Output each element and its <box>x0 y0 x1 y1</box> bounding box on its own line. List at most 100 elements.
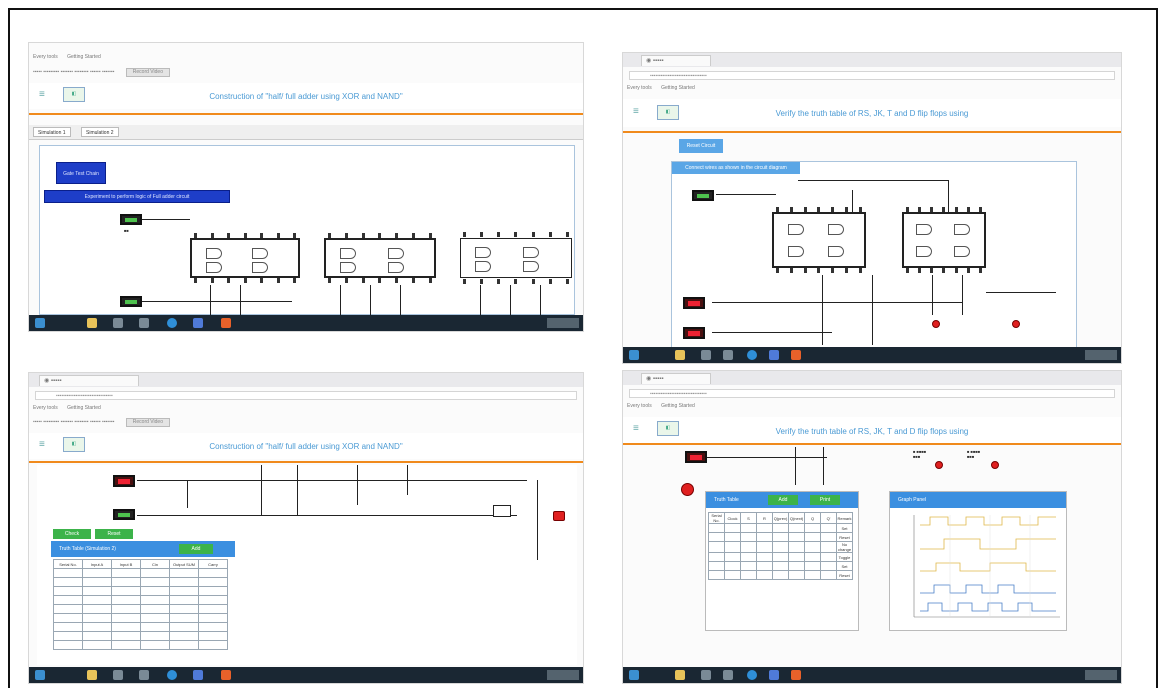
app-icon[interactable] <box>701 670 711 680</box>
wire <box>137 515 517 516</box>
wire <box>872 275 873 345</box>
ic-chip[interactable] <box>772 207 866 273</box>
add-button[interactable]: Add <box>179 544 213 554</box>
switch-label: ■ ■■■■ ■■■ <box>913 449 927 459</box>
address-bar[interactable]: ▪▪▪▪▪▪▪▪▪▪▪▪▪▪▪▪▪▪▪▪▪▪▪▪▪▪▪▪▪▪▪▪ <box>629 389 1115 398</box>
table-cell <box>140 622 170 632</box>
table-cell <box>788 532 805 542</box>
bookmark-item[interactable]: Every tools <box>627 85 652 91</box>
wire <box>712 302 962 303</box>
start-icon[interactable] <box>629 670 639 680</box>
tab-simulation-1[interactable]: Simulation 1 <box>33 127 71 137</box>
start-icon[interactable] <box>35 318 45 328</box>
reset-button[interactable]: Reset <box>95 529 133 539</box>
app-icon[interactable] <box>113 318 123 328</box>
bookmark-item[interactable]: Every tools <box>627 403 652 409</box>
check-button[interactable]: Check <box>53 529 91 539</box>
table-header-cell: Carry <box>198 559 228 569</box>
reset-circuit-button[interactable]: Reset Circuit <box>679 139 723 153</box>
bookmark-item[interactable]: Every tools <box>33 54 58 60</box>
app-icon[interactable] <box>791 670 801 680</box>
start-icon[interactable] <box>629 350 639 360</box>
table-cell <box>111 613 141 623</box>
app-icon[interactable] <box>723 670 733 680</box>
app-icon[interactable] <box>113 670 123 680</box>
input-switch[interactable] <box>113 509 135 520</box>
input-switch[interactable] <box>685 451 707 463</box>
bookmark-item[interactable]: Getting Started <box>661 403 695 409</box>
app-icon[interactable] <box>139 670 149 680</box>
ic-chip[interactable] <box>460 232 572 284</box>
app-icon[interactable] <box>221 670 231 680</box>
page-title: Construction of "half/ full adder using … <box>209 442 403 451</box>
table-cell: No change <box>836 541 853 553</box>
table-cell <box>111 586 141 596</box>
table-cell <box>82 568 112 578</box>
input-switch[interactable] <box>683 327 705 339</box>
table-cell <box>772 552 789 562</box>
input-switch[interactable] <box>683 297 705 309</box>
folder-icon[interactable] <box>675 670 685 680</box>
browser-icon[interactable] <box>747 350 757 360</box>
table-cell <box>53 622 83 632</box>
browser-tab[interactable]: ◉ ▪▪▪▪▪ <box>641 373 711 384</box>
app-icon[interactable] <box>769 350 779 360</box>
table-row <box>53 613 228 623</box>
start-icon[interactable] <box>35 670 45 680</box>
print-button[interactable]: Print <box>810 495 840 505</box>
bookmark-item[interactable]: Every tools <box>33 405 58 411</box>
page-title: Verify the truth table of RS, JK, T and … <box>775 427 969 436</box>
table-cell <box>756 561 773 571</box>
app-icon[interactable] <box>701 350 711 360</box>
app-icon[interactable] <box>193 318 203 328</box>
table-cell <box>82 622 112 632</box>
app-icon[interactable] <box>723 350 733 360</box>
browser-icon[interactable] <box>167 670 177 680</box>
ic-chip[interactable] <box>190 233 300 283</box>
input-switch[interactable] <box>120 214 142 225</box>
folder-icon[interactable] <box>87 318 97 328</box>
app-icon[interactable] <box>221 318 231 328</box>
app-icon[interactable] <box>193 670 203 680</box>
table-cell <box>53 631 83 641</box>
browser-icon[interactable] <box>747 670 757 680</box>
table-cell <box>140 586 170 596</box>
table-cell <box>740 552 757 562</box>
browser-tabstrip: ◉ ▪▪▪▪▪ <box>29 373 583 387</box>
ic-chip[interactable] <box>324 233 436 283</box>
app-icon[interactable] <box>139 318 149 328</box>
notification-button[interactable]: Record Video <box>125 68 170 77</box>
browser-tab[interactable]: ◉ ▪▪▪▪▪ <box>641 55 711 66</box>
input-switch[interactable] <box>120 296 142 307</box>
output-led <box>935 461 943 469</box>
bookmark-item[interactable]: Getting Started <box>67 405 101 411</box>
gate-test-button[interactable]: Gate Test Chain <box>56 162 106 184</box>
table-cell <box>53 586 83 596</box>
notification-button[interactable]: Record Video <box>125 418 170 427</box>
table-header-cell: Remark <box>836 512 853 524</box>
address-bar[interactable]: ▪▪▪▪▪▪▪▪▪▪▪▪▪▪▪▪▪▪▪▪▪▪▪▪▪▪▪▪▪▪▪▪ <box>35 391 577 400</box>
app-icon[interactable] <box>769 670 779 680</box>
table-cell <box>169 631 199 641</box>
gate-symbol[interactable] <box>493 505 511 517</box>
bookmark-item[interactable]: Getting Started <box>661 85 695 91</box>
table-cell <box>724 541 741 553</box>
app-icon[interactable] <box>791 350 801 360</box>
bookmarks-bar: Every tools Getting Started <box>33 405 109 411</box>
address-bar[interactable]: ▪▪▪▪▪▪▪▪▪▪▪▪▪▪▪▪▪▪▪▪▪▪▪▪▪▪▪▪▪▪▪▪ <box>629 71 1115 80</box>
input-switch[interactable] <box>692 190 714 201</box>
browser-tab[interactable]: ◉ ▪▪▪▪▪ <box>39 375 139 386</box>
input-switch[interactable] <box>113 475 135 487</box>
tab-simulation-2[interactable]: Simulation 2 <box>81 127 119 137</box>
table-cell <box>772 570 789 580</box>
browser-icon[interactable] <box>167 318 177 328</box>
screenshot-top-left: Every tools Getting Started ▪▪▪▪▪ ▪▪▪▪▪▪… <box>28 42 584 332</box>
folder-icon[interactable] <box>87 670 97 680</box>
table-cell <box>772 532 789 542</box>
folder-icon[interactable] <box>675 350 685 360</box>
table-cell <box>198 595 228 605</box>
ic-chip[interactable] <box>902 207 986 273</box>
bookmark-item[interactable]: Getting Started <box>67 54 101 60</box>
add-button[interactable]: Add <box>768 495 798 505</box>
table-cell <box>820 552 837 562</box>
